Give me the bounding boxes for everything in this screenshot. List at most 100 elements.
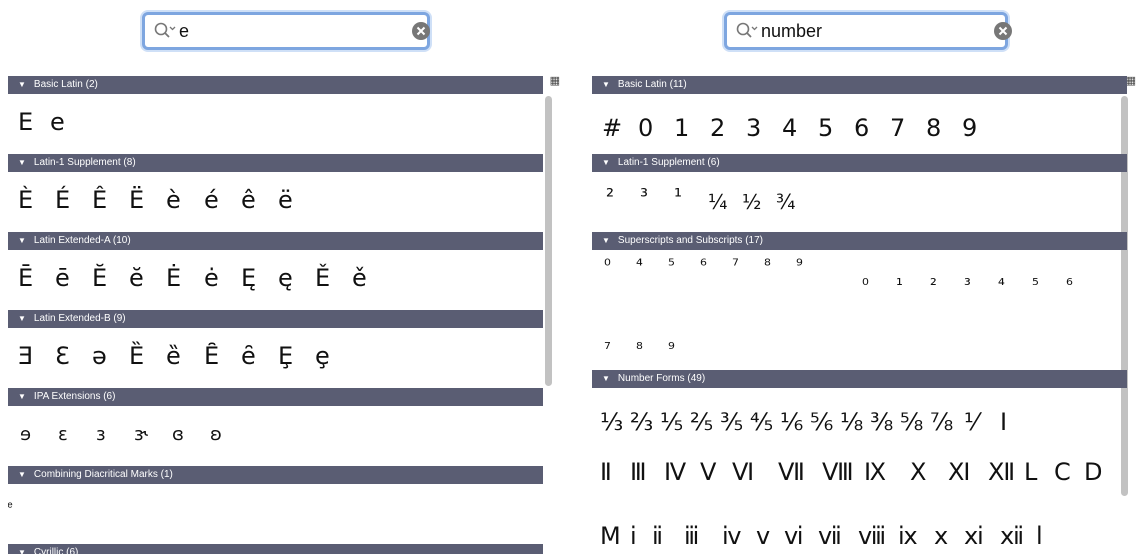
right-search-field[interactable] [724, 12, 1012, 50]
character-grid-icon[interactable]: ▦ [550, 74, 560, 87]
character-glyph[interactable]: ⅲ [684, 524, 699, 548]
character-glyph[interactable]: Ē [18, 266, 33, 290]
character-glyph[interactable]: ⅕ [660, 410, 683, 434]
character-glyph[interactable]: ɘ [20, 426, 31, 444]
clear-search-icon[interactable] [993, 21, 1013, 41]
character-glyph[interactable]: 1 [674, 116, 689, 140]
character-glyph[interactable]: ⅗ [720, 410, 743, 434]
character-glyph[interactable]: ě [352, 266, 367, 290]
character-glyph[interactable]: Ȇ [204, 344, 219, 368]
character-glyph[interactable]: ⁹ [796, 258, 803, 275]
character-glyph[interactable]: ⅰ [630, 524, 637, 548]
character-glyph[interactable]: # [602, 116, 622, 140]
search-icon[interactable] [153, 20, 177, 42]
character-glyph[interactable]: Ⅺ [948, 460, 970, 484]
triangle-down-icon[interactable]: ▼ [18, 158, 26, 167]
character-glyph[interactable]: ⅹ [934, 524, 948, 548]
character-glyph[interactable]: ⅞ [930, 410, 953, 434]
character-glyph[interactable]: ę [278, 266, 293, 290]
character-glyph[interactable]: Ĕ [92, 266, 107, 290]
character-glyph[interactable]: ½ [742, 192, 761, 212]
character-glyph[interactable]: 6 [854, 116, 869, 140]
character-glyph[interactable]: ⅺ [964, 524, 984, 548]
character-glyph[interactable]: ⁰ [604, 258, 611, 275]
character-glyph[interactable]: Ⅶ [778, 460, 805, 484]
character-glyph[interactable]: ⅖ [690, 410, 713, 434]
section-header[interactable]: ▼ IPA Extensions (6) [8, 388, 543, 406]
character-glyph[interactable]: ₁ [896, 272, 903, 289]
character-glyph[interactable]: Ė [166, 266, 181, 290]
character-glyph[interactable]: ⅸ [898, 524, 918, 548]
character-glyph[interactable]: Ⅽ [1054, 460, 1071, 484]
character-glyph[interactable]: ⅛ [840, 410, 863, 434]
character-glyph[interactable]: ȩ [315, 344, 330, 368]
character-glyph[interactable]: Ⅵ [732, 460, 754, 484]
character-glyph[interactable]: ⅷ [858, 524, 886, 548]
character-glyph[interactable]: ⅼ [1036, 524, 1043, 548]
character-glyph[interactable]: E [18, 110, 33, 134]
character-glyph[interactable]: ɜ [96, 426, 106, 444]
section-header[interactable]: ▼ Basic Latin (2) [8, 76, 543, 94]
character-glyph[interactable]: 7 [890, 116, 905, 140]
character-glyph[interactable]: Ⅾ [1084, 460, 1102, 484]
character-glyph[interactable]: ⅴ [756, 524, 770, 548]
character-glyph[interactable]: ² [606, 186, 614, 206]
triangle-down-icon[interactable]: ▼ [18, 80, 26, 89]
character-glyph[interactable]: ɞ [172, 426, 184, 444]
character-glyph[interactable]: ė [204, 266, 219, 290]
character-glyph[interactable]: ⁸ [764, 258, 771, 275]
character-glyph[interactable]: Ê [92, 188, 107, 212]
character-glyph[interactable]: ⁵ [668, 258, 675, 275]
character-glyph[interactable]: ⁷ [732, 258, 739, 275]
character-glyph[interactable]: Ⅴ [700, 460, 716, 484]
character-glyph[interactable]: ¾ [776, 192, 795, 212]
character-glyph[interactable]: Ⅸ [864, 460, 886, 484]
character-glyph[interactable]: 5 [818, 116, 833, 140]
section-header[interactable]: ▼ Latin-1 Supplement (6) [592, 154, 1127, 172]
character-glyph[interactable]: ⅳ [722, 524, 741, 548]
section-header[interactable]: ▼ Latin-1 Supplement (8) [8, 154, 543, 172]
triangle-down-icon[interactable]: ▼ [602, 236, 610, 245]
character-glyph[interactable]: ₆ [1066, 272, 1073, 289]
left-character-results[interactable]: ▦ ▼ Basic Latin (2) ▼ Latin-1 Supplement (8… [8, 74, 560, 554]
character-glyph[interactable]: Ⅿ [600, 524, 621, 548]
character-glyph[interactable]: Ⅱ [600, 460, 612, 484]
triangle-down-icon[interactable]: ▼ [602, 158, 610, 167]
character-glyph[interactable]: Ⅹ [910, 460, 926, 484]
triangle-down-icon[interactable]: ▼ [18, 548, 26, 554]
triangle-down-icon[interactable]: ▼ [602, 80, 610, 89]
character-glyph[interactable]: ȇ [241, 344, 256, 368]
character-glyph[interactable]: ⅻ [1000, 524, 1024, 548]
character-glyph[interactable]: ¹ [674, 186, 682, 206]
character-glyph[interactable]: ₀ [862, 272, 869, 289]
section-header[interactable]: ▼ Cyrillic (6) [8, 544, 543, 554]
character-glyph[interactable]: Ⅼ [1024, 460, 1037, 484]
section-header[interactable]: ▼ Combining Diacritical Marks (1) [8, 466, 543, 484]
section-header[interactable]: ▼ Superscripts and Subscripts (17) [592, 232, 1127, 250]
character-glyph[interactable]: ⅓ [600, 410, 623, 434]
character-glyph[interactable]: Ë [129, 188, 144, 212]
character-glyph[interactable]: ʚ [210, 426, 222, 444]
triangle-down-icon[interactable]: ▼ [18, 236, 26, 245]
character-glyph[interactable]: Ɛ [55, 344, 70, 368]
character-glyph[interactable]: ⁶ [700, 258, 707, 275]
section-header[interactable]: ▼ Latin Extended-B (9) [8, 310, 543, 328]
triangle-down-icon[interactable]: ▼ [18, 314, 26, 323]
character-glyph[interactable]: ³ [640, 186, 648, 206]
character-glyph[interactable]: ɛ [58, 426, 68, 444]
section-header[interactable]: ▼ Latin Extended-A (10) [8, 232, 543, 250]
character-glyph[interactable]: ₉ [668, 336, 675, 353]
character-glyph[interactable]: ɝ [134, 426, 148, 444]
triangle-down-icon[interactable]: ▼ [602, 374, 610, 383]
character-glyph[interactable]: Ⅷ [822, 460, 854, 484]
character-glyph[interactable]: Ⅻ [988, 460, 1015, 484]
scrollbar-thumb[interactable] [545, 96, 552, 386]
character-glyph[interactable]: ⅘ [750, 410, 773, 434]
character-glyph[interactable]: 8 [926, 116, 941, 140]
character-glyph[interactable]: 3 [746, 116, 761, 140]
character-glyph[interactable]: ₈ [636, 336, 643, 353]
character-grid-icon[interactable]: ▦ [1126, 74, 1136, 87]
character-glyph[interactable]: Ⅰ [1000, 410, 1007, 434]
section-header[interactable]: ▼ Basic Latin (11) [592, 76, 1127, 94]
character-glyph[interactable]: Ȩ [278, 344, 293, 368]
